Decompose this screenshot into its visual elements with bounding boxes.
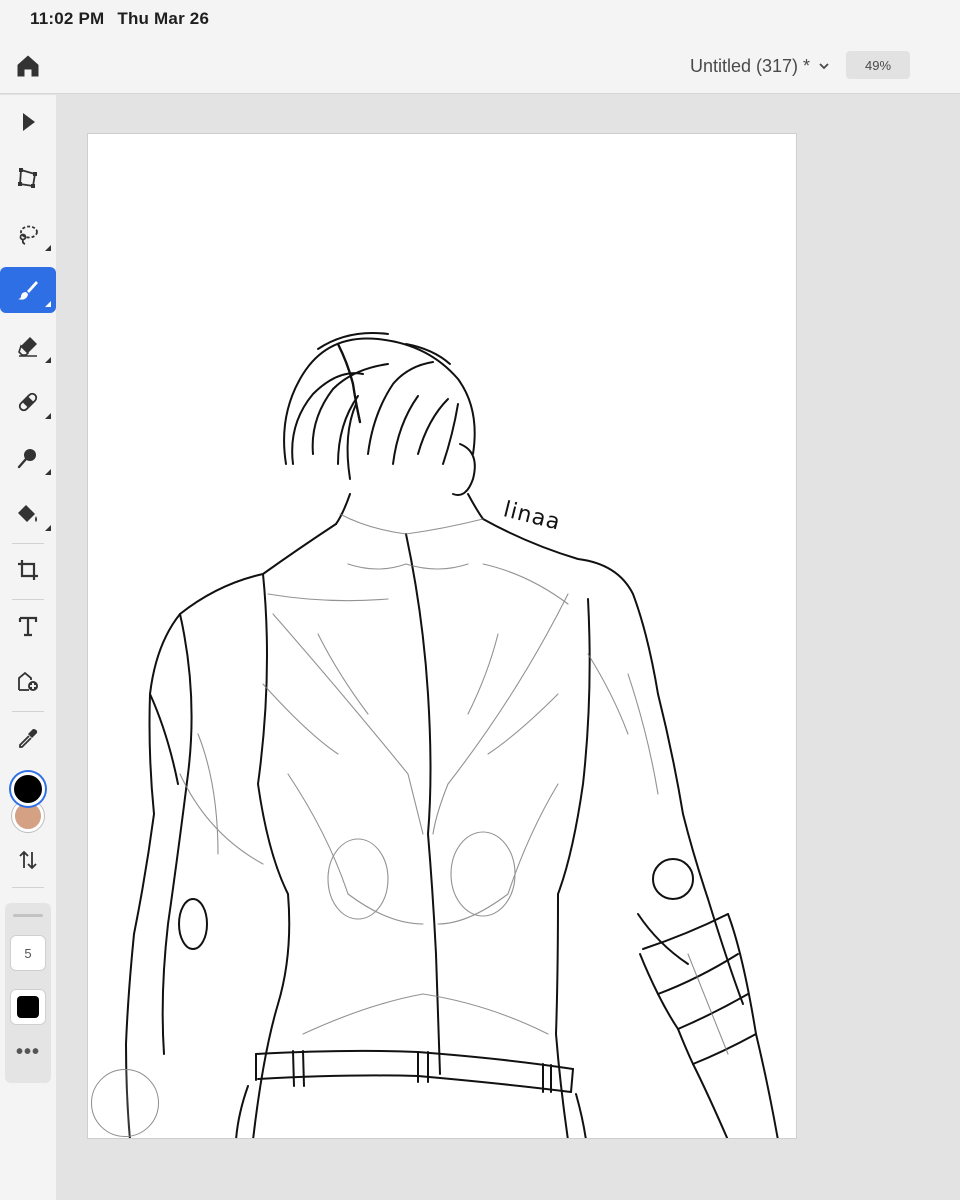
place-image-tool[interactable] <box>0 659 56 705</box>
brush-icon <box>18 281 38 300</box>
crop-tool[interactable] <box>0 547 56 593</box>
panel-handle[interactable] <box>13 914 43 917</box>
sketch-drawing <box>125 332 779 1138</box>
transform-icon <box>18 168 37 188</box>
select-tool[interactable] <box>0 99 56 145</box>
home-icon <box>17 55 39 77</box>
document-title-button[interactable]: Untitled (317) * <box>690 54 830 78</box>
document-title: Untitled (317) * <box>690 55 811 76</box>
eyedropper-icon <box>19 729 38 748</box>
ellipsis-icon: ••• <box>15 1040 40 1063</box>
paint-bucket-icon <box>18 505 37 522</box>
smudge-tool[interactable] <box>0 435 56 481</box>
smudge-icon <box>17 449 36 469</box>
opacity-preview <box>17 996 39 1018</box>
eraser-tool[interactable] <box>0 323 56 369</box>
eraser-icon <box>18 337 37 357</box>
brush-settings-panel: 5 ••• <box>5 903 51 1083</box>
submenu-indicator <box>45 525 51 531</box>
left-toolbar: 5 ••• <box>0 95 56 1200</box>
swap-colors-button[interactable] <box>0 837 56 883</box>
brush-size-control[interactable]: 5 <box>10 935 46 971</box>
swap-arrows-icon <box>19 850 37 870</box>
arrow-pointer-icon <box>23 113 35 131</box>
fill-tool[interactable] <box>0 491 56 537</box>
touch-shortcut-button[interactable] <box>91 1069 159 1137</box>
eyedropper-tool[interactable] <box>0 715 56 761</box>
toolbar-separator <box>12 711 44 712</box>
text-tool[interactable] <box>0 603 56 649</box>
crop-icon <box>18 560 38 580</box>
home-button[interactable] <box>14 52 42 80</box>
more-options-button[interactable]: ••• <box>10 1039 46 1065</box>
lasso-icon <box>19 225 38 245</box>
lasso-tool[interactable] <box>0 211 56 257</box>
brush-tool[interactable] <box>0 267 56 313</box>
chevron-down-icon <box>819 63 829 70</box>
artboard[interactable]: linaa <box>87 133 797 1139</box>
bandage-icon <box>18 392 38 412</box>
toolbar-separator <box>12 887 44 888</box>
toolbar-separator <box>12 543 44 544</box>
submenu-indicator <box>45 245 51 251</box>
status-time: 11:02 PM <box>30 9 105 28</box>
zoom-level[interactable]: 49% <box>846 51 910 79</box>
brush-size-value: 5 <box>24 945 32 961</box>
text-icon <box>18 616 38 637</box>
status-bar: 11:02 PM Thu Mar 26 <box>0 0 960 38</box>
submenu-indicator <box>45 357 51 363</box>
foreground-color-swatch[interactable] <box>11 772 45 806</box>
transform-tool[interactable] <box>0 155 56 201</box>
submenu-indicator <box>45 469 51 475</box>
zoom-label: 49% <box>864 57 892 73</box>
top-bar: Untitled (317) * 49% <box>0 38 960 94</box>
toolbar-separator <box>12 599 44 600</box>
submenu-indicator <box>45 413 51 419</box>
submenu-indicator <box>45 301 51 307</box>
status-date: Thu Mar 26 <box>117 9 210 28</box>
brush-opacity-control[interactable] <box>10 989 46 1025</box>
healing-tool[interactable] <box>0 379 56 425</box>
place-image-icon <box>18 671 38 691</box>
